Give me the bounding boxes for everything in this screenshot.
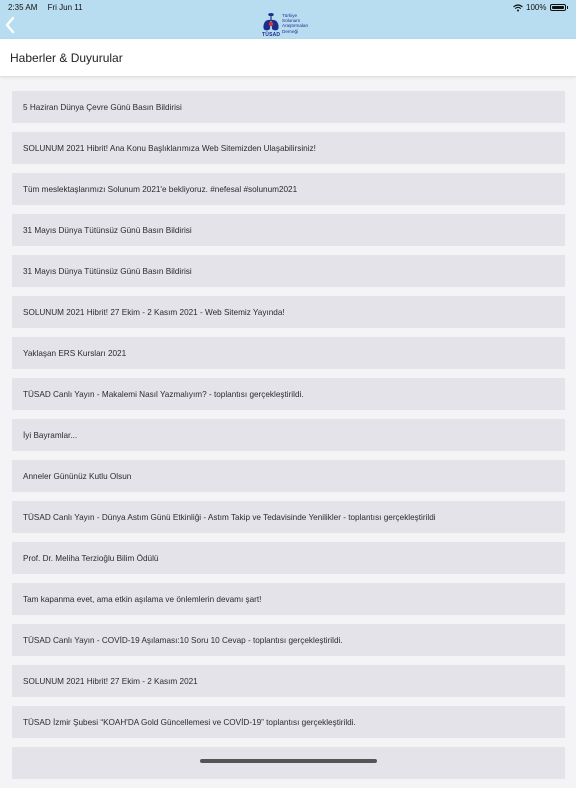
title-bar: Haberler & Duyurular (0, 39, 576, 76)
news-item[interactable]: SOLUNUM 2021 Hibrit! Ana Konu Başlıkları… (12, 132, 565, 164)
news-item[interactable]: Yaklaşan ERS Kursları 2021 (12, 337, 565, 369)
home-indicator[interactable] (200, 759, 377, 763)
news-item[interactable]: Prof. Dr. Meliha Terzioğlu Bilim Ödülü (12, 542, 565, 574)
battery-percent: 100% (526, 3, 547, 12)
news-item[interactable]: TÜSAD Canlı Yayın - Dünya Astım Günü Etk… (12, 501, 565, 533)
chevron-left-icon (5, 16, 15, 34)
status-bar: 2:35 AM Fri Jun 11 100% (0, 0, 576, 14)
tusad-logo: Türkiye Solunum Araştırmaları Derneği TÜ… (262, 12, 318, 38)
battery-icon (549, 4, 566, 11)
news-item[interactable]: TÜSAD Canlı Yayın - Makalemi Nasıl Yazma… (12, 378, 565, 410)
page-title: Haberler & Duyurular (10, 51, 123, 65)
news-item[interactable]: 31 Mayıs Dünya Tütünsüz Günü Basın Bildi… (12, 255, 565, 287)
news-item[interactable]: SOLUNUM 2021 Hibrit! 27 Ekim - 2 Kasım 2… (12, 665, 565, 697)
status-date: Fri Jun 11 (47, 3, 83, 12)
news-item[interactable]: İyi Bayramlar... (12, 419, 565, 451)
logo-acronym: TÜSAD (262, 32, 281, 38)
news-item[interactable]: Tüm meslektaşlarımızı Solunum 2021'e bek… (12, 173, 565, 205)
wifi-icon (513, 3, 523, 11)
news-item[interactable]: TÜSAD Canlı Yayın - COVİD-19 Aşılaması:1… (12, 624, 565, 656)
logo-text: Türkiye Solunum Araştırmaları Derneği (282, 13, 309, 34)
news-item[interactable]: Tam kapanma evet, ama etkin aşılama ve ö… (12, 583, 565, 615)
news-item[interactable]: 31 Mayıs Dünya Tütünsüz Günü Basın Bildi… (12, 214, 565, 246)
back-button[interactable] (3, 15, 19, 35)
news-item[interactable]: Anneler Gününüz Kutlu Olsun (12, 460, 565, 492)
news-item[interactable]: 5 Haziran Dünya Çevre Günü Basın Bildiri… (12, 91, 565, 123)
battery-tip (566, 6, 568, 9)
news-item[interactable] (12, 747, 565, 779)
status-time: 2:35 AM (8, 3, 38, 12)
news-list: 5 Haziran Dünya Çevre Günü Basın Bildiri… (12, 91, 565, 788)
news-item[interactable]: TÜSAD İzmir Şubesi “KOAH'DA Gold Güncell… (12, 706, 565, 738)
news-item[interactable]: SOLUNUM 2021 Hibrit! 27 Ekim - 2 Kasım 2… (12, 296, 565, 328)
